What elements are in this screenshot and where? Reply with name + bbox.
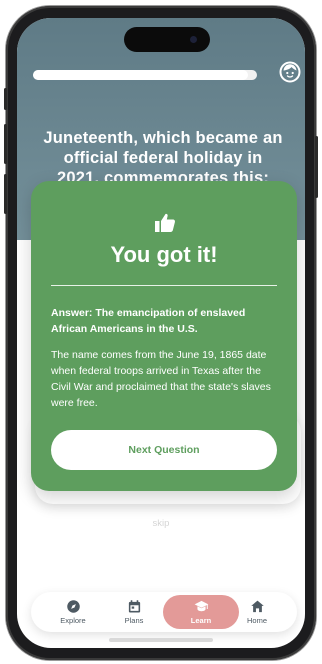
- camera-icon: [190, 36, 197, 43]
- question-text: Juneteenth, which became an official fed…: [43, 129, 283, 187]
- nav-label-explore: Explore: [60, 616, 86, 625]
- nav-item-plans[interactable]: Plans: [106, 592, 162, 632]
- result-title: You got it!: [110, 242, 218, 267]
- home-indicator: [109, 638, 213, 642]
- result-card: You got it! Answer: The emancipation of …: [31, 181, 297, 491]
- nav-item-learn[interactable]: Learn: [163, 595, 239, 629]
- answer-text: Answer: The emancipation of enslaved Afr…: [51, 307, 246, 335]
- avatar-icon[interactable]: [279, 61, 301, 83]
- skip-link[interactable]: skip: [17, 518, 305, 529]
- nav-label-learn: Learn: [190, 616, 212, 625]
- compass-icon: [66, 600, 80, 613]
- nav-label-plans: Plans: [124, 616, 144, 625]
- nav-label-home: Home: [246, 616, 267, 625]
- mute-switch: [4, 88, 7, 110]
- next-question-button[interactable]: Next Question: [51, 430, 277, 470]
- dynamic-island: [124, 27, 210, 52]
- calendar-icon: [128, 600, 140, 613]
- nav-item-explore[interactable]: Explore: [45, 592, 101, 632]
- quiz-progress-fill: [33, 70, 249, 80]
- home-icon: [250, 600, 264, 613]
- bottom-nav: Explore Plans Learn Home: [31, 592, 297, 632]
- volume-up-button: [4, 124, 7, 164]
- graduation-cap-icon: [194, 600, 208, 612]
- thumbs-up-icon: [155, 213, 175, 232]
- divider: [51, 285, 277, 286]
- volume-down-button: [4, 174, 7, 214]
- app-screen: Juneteenth, which became an official fed…: [17, 18, 305, 648]
- power-button: [315, 136, 318, 198]
- nav-item-home[interactable]: Home: [229, 592, 285, 632]
- quiz-progress-bar: [33, 70, 257, 80]
- explanation-text: The name comes from the June 19, 1865 da…: [51, 349, 271, 409]
